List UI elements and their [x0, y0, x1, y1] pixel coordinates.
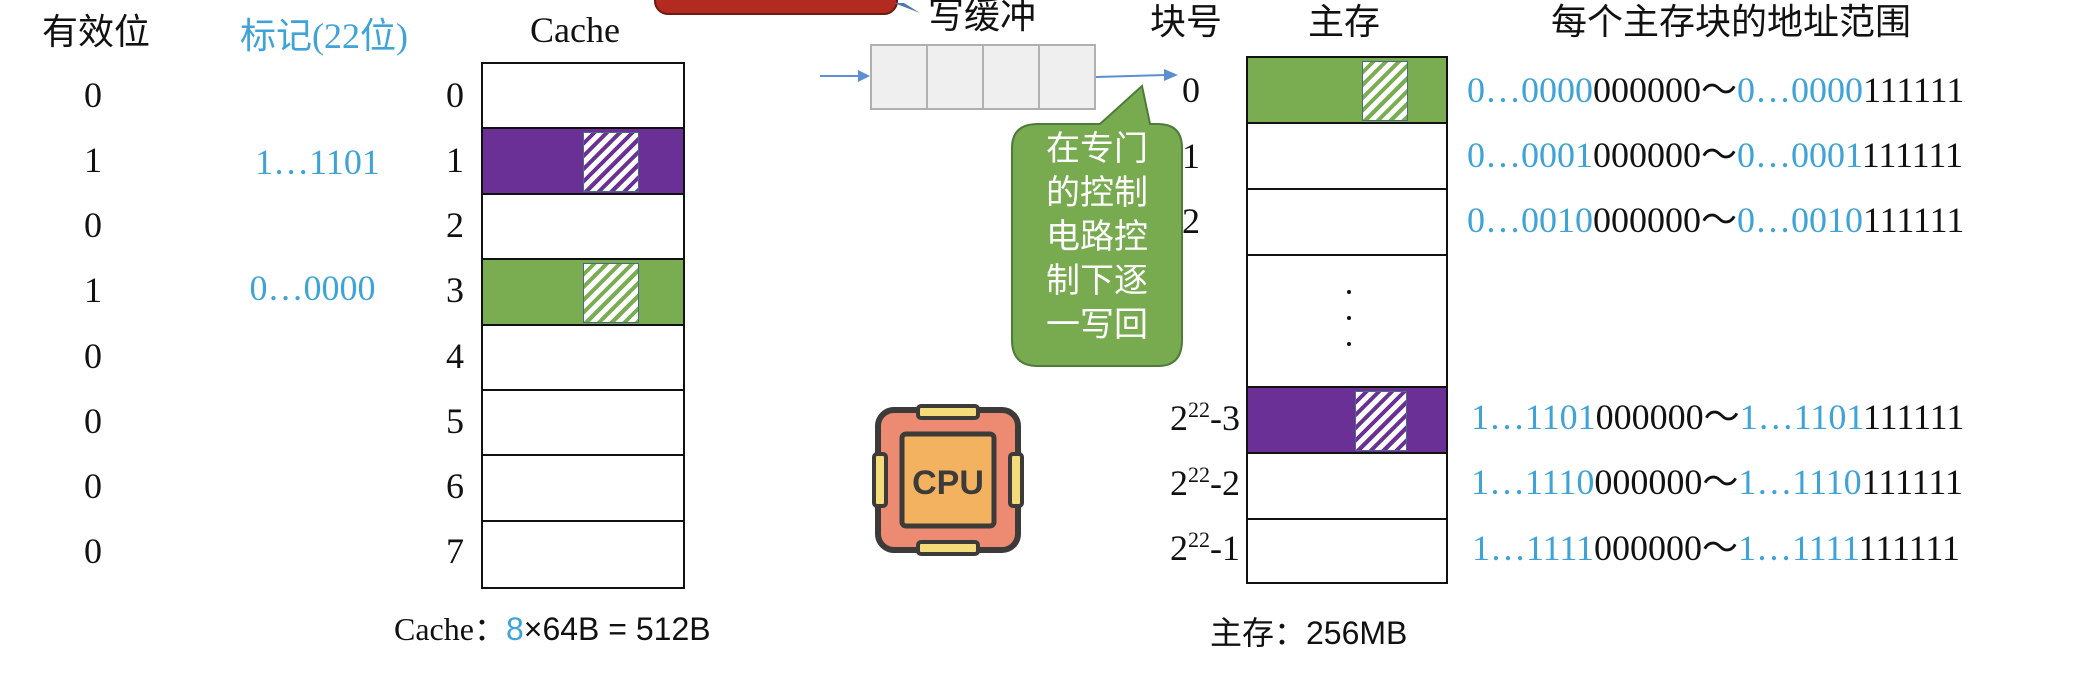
cache-line-index: 1 [446, 140, 464, 180]
callout-line: 在专门 [1046, 131, 1148, 168]
memory-block-ellipsis [1248, 256, 1446, 388]
block-label: 1 [1182, 136, 1200, 176]
cache-line-1-hatch [583, 132, 639, 192]
cache-line-3 [483, 260, 683, 326]
valid-bit: 0 [84, 336, 102, 376]
main-memory-box [1246, 56, 1448, 584]
address-range-row: 1…1110000000～1…1110111111 [1471, 462, 1963, 502]
ellipsis-dot [1347, 342, 1351, 346]
write-buffer-header: 写缓冲 [928, 0, 1037, 36]
cache-caption: Cache：8×64B = 512B [394, 604, 711, 650]
memory-block-2 [1248, 190, 1446, 256]
address-range-row: 0…0001000000～0…0001111111 [1467, 135, 1964, 175]
valid-bit: 0 [84, 531, 102, 571]
red-callout [654, 0, 898, 15]
callout-text: 在专门 的控制 电路控 制下逐 一写回 [1012, 128, 1182, 348]
write-buffer-cell [928, 46, 984, 108]
write-buffer-in-arrow [820, 70, 870, 82]
address-range-row: 0…0000000000～0…0000111111 [1467, 70, 1965, 110]
main-memory-caption: 主存：256MB [1210, 615, 1408, 651]
red-callout-pointer [894, 0, 924, 13]
cache-line-7 [483, 522, 683, 587]
callout-line: 一写回 [1046, 307, 1148, 344]
cache-line-1 [483, 129, 683, 195]
memory-block-1 [1248, 124, 1446, 190]
cache-line-2 [483, 195, 683, 261]
cache-line-0 [483, 64, 683, 130]
cache-caption-rest: ×64B = 512B [523, 611, 711, 647]
cache-line-index: 0 [446, 75, 464, 115]
cache-line-index: 2 [446, 205, 464, 245]
memory-block-2-22-minus-2 [1248, 454, 1446, 520]
address-range-row: 1…1111000000～1…1111111111 [1472, 528, 1960, 568]
callout-line: 电路控 [1046, 219, 1148, 256]
cache-line-4 [483, 326, 683, 391]
valid-bit: 1 [84, 270, 102, 310]
main-memory-header: 主存 [1308, 2, 1381, 42]
block-label: 222-1 [1170, 527, 1240, 568]
tag-header: 标记(22位) [240, 16, 408, 56]
callout-line: 制下逐 [1046, 263, 1148, 300]
valid-bit-header: 有效位 [42, 12, 151, 52]
address-range-row: 1…1101000000～1…1101111111 [1471, 397, 1965, 437]
cache-line-5 [483, 391, 683, 457]
block-number-header: 块号 [1150, 2, 1223, 42]
memory-block-purple-hatch [1355, 391, 1407, 451]
cache-caption-count: 8 [505, 611, 524, 647]
cpu-label: CPU [912, 464, 984, 502]
valid-bit: 0 [84, 466, 102, 506]
write-buffer-out-arrow [1095, 69, 1178, 81]
memory-block-0-hatch [1362, 61, 1408, 121]
cache-line-index: 6 [446, 466, 464, 506]
address-range-row: 0…0010000000～0…0010111111 [1467, 200, 1965, 240]
address-range-header: 每个主存块的地址范围 [1551, 2, 1912, 42]
block-label: 222-2 [1170, 462, 1240, 503]
cache-line-3-hatch [583, 263, 639, 323]
memory-block-2-22-minus-3 [1248, 388, 1446, 454]
cache-line-index: 5 [446, 401, 464, 441]
valid-bit: 1 [84, 140, 102, 180]
valid-bit: 0 [84, 401, 102, 441]
memory-block-0 [1248, 58, 1446, 124]
cache-header: Cache [530, 10, 620, 50]
callout-line: 的控制 [1046, 175, 1148, 212]
valid-bit: 0 [84, 205, 102, 245]
block-label: 222-3 [1170, 397, 1240, 438]
cpu-icon: CPU [872, 404, 1024, 556]
cache-line-index: 4 [446, 336, 464, 376]
cache-line-6 [483, 456, 683, 522]
memory-block-2-22-minus-1 [1248, 520, 1446, 582]
ellipsis-dot [1347, 290, 1351, 294]
valid-bit: 0 [84, 75, 102, 115]
cache-line-index: 7 [446, 531, 464, 571]
write-buffer-cell [872, 46, 928, 108]
ellipsis-dot [1347, 316, 1351, 320]
block-label: 0 [1182, 70, 1200, 110]
cache-box [481, 62, 685, 589]
block-label: 2 [1182, 201, 1200, 241]
cache-tag-line-3: 0…0000 [249, 268, 376, 308]
cache-line-index: 3 [446, 270, 464, 310]
cache-tag-line-1: 1…1101 [255, 142, 380, 182]
cache-caption-prefix: Cache： [394, 611, 506, 647]
